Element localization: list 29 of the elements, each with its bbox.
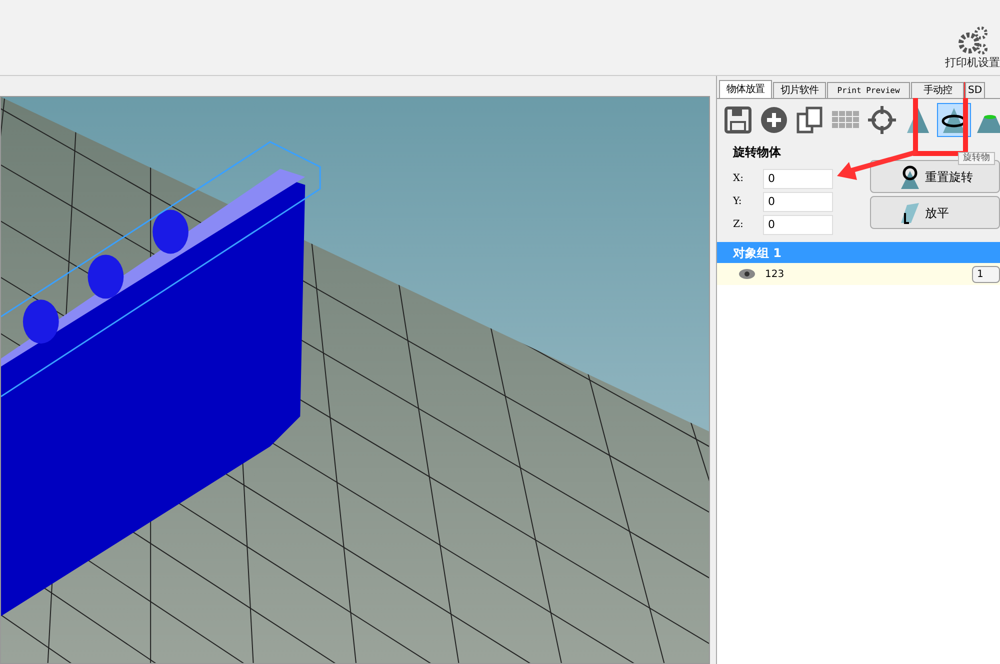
tab[interactable]: 切片软件 xyxy=(773,82,826,98)
field-label: Z: xyxy=(733,218,744,232)
reset-rotation-button[interactable]: 重置旋转 xyxy=(870,160,1000,193)
save-icon xyxy=(723,105,753,135)
object-name: 123 xyxy=(765,268,786,282)
rotation-input[interactable]: 0 xyxy=(763,214,833,234)
gears-icon xyxy=(956,24,988,54)
field-label: Y: xyxy=(733,195,743,209)
count-spinner[interactable]: 1 xyxy=(972,266,1000,282)
tab[interactable]: 手动控 xyxy=(911,82,964,98)
eye-icon xyxy=(739,269,755,279)
printer-settings-button[interactable]: 打印机设置 xyxy=(945,24,1000,71)
rotation-input[interactable]: 0 xyxy=(763,168,833,188)
lay-flat-button[interactable]: 放平 xyxy=(870,196,1000,229)
copy-icon xyxy=(795,105,825,135)
section-title: 旋转物体 xyxy=(733,144,782,161)
tab[interactable]: Print Preview xyxy=(827,82,910,98)
tab[interactable]: 物体放置 xyxy=(719,80,772,98)
viewport-3d[interactable] xyxy=(0,96,710,664)
rotation-input[interactable]: 0 xyxy=(763,192,833,212)
lay-flat-icon xyxy=(899,200,921,224)
rotate-reset-icon xyxy=(899,164,921,188)
add-icon xyxy=(759,105,789,135)
tool-button[interactable] xyxy=(865,103,899,137)
tab[interactable]: SD xyxy=(965,82,986,98)
object-row[interactable]: 123 1 xyxy=(717,263,1000,285)
crosshair-icon xyxy=(867,105,897,135)
tooltip: 旋转物 xyxy=(958,152,995,165)
field-label: X: xyxy=(733,172,744,186)
